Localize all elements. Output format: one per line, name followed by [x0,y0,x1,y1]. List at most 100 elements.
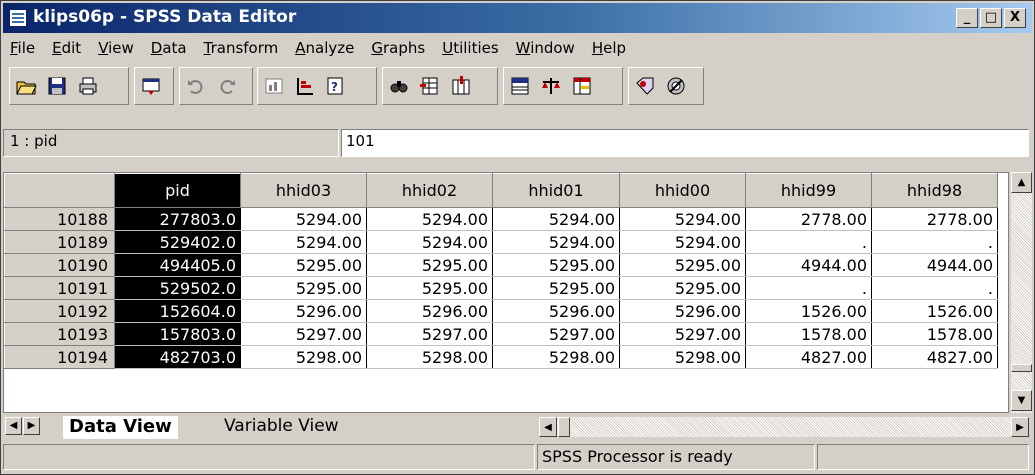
grid-corner[interactable] [4,173,115,208]
find-icon[interactable] [385,72,413,100]
column-header-hhid03[interactable]: hhid03 [240,173,367,208]
data-cell[interactable]: 482703.0 [114,345,241,369]
data-cell[interactable]: 1578.00 [745,322,872,346]
save-icon[interactable] [43,72,71,100]
data-cell[interactable]: 529402.0 [114,230,241,254]
insert-variable-icon[interactable] [447,72,475,100]
data-cell[interactable]: 152604.0 [114,299,241,323]
tab-prev-button[interactable]: ◀ [5,417,22,435]
tab-data-view[interactable]: Data View [63,416,178,439]
menu-utilities[interactable]: Utilities [442,39,498,57]
data-cell[interactable]: 5294.00 [240,230,367,254]
close-button[interactable]: X [1004,8,1026,28]
column-header-hhid01[interactable]: hhid01 [492,173,620,208]
column-header-hhid98[interactable]: hhid98 [871,173,998,208]
data-cell[interactable]: 5294.00 [619,230,746,254]
value-labels-icon[interactable] [631,72,659,100]
menu-file[interactable]: File [10,39,35,57]
scroll-left-button[interactable]: ◀ [539,417,557,437]
data-cell[interactable]: 1526.00 [745,299,872,323]
data-cell[interactable]: 4827.00 [871,345,998,369]
select-cases-icon[interactable] [568,72,596,100]
data-cell[interactable]: 5296.00 [366,299,493,323]
data-cell[interactable]: 5294.00 [619,207,746,231]
scroll-right-button[interactable]: ▶ [1011,417,1029,437]
insert-case-icon[interactable] [416,72,444,100]
open-icon[interactable] [12,72,40,100]
row-header[interactable]: 10194 [4,345,115,369]
tab-variable-view[interactable]: Variable View [218,416,345,438]
spss-app-icon[interactable] [9,9,27,27]
title-bar[interactable]: klips06p - SPSS Data Editor _ □ X [3,3,1032,33]
undo-icon[interactable] [182,72,210,100]
data-cell[interactable]: 494405.0 [114,253,241,277]
weight-cases-icon[interactable] [537,72,565,100]
data-cell[interactable]: 5296.00 [240,299,367,323]
minimize-button[interactable]: _ [956,8,978,28]
data-cell[interactable]: 5295.00 [492,276,620,300]
data-cell[interactable]: 4944.00 [871,253,998,277]
data-cell[interactable]: 4827.00 [745,345,872,369]
menu-view[interactable]: View [98,39,134,57]
menu-data[interactable]: Data [151,39,187,57]
data-cell[interactable]: 2778.00 [745,207,872,231]
row-header[interactable]: 10192 [4,299,115,323]
vertical-scroll-thumb[interactable] [1011,364,1032,372]
menu-graphs[interactable]: Graphs [371,39,425,57]
data-cell[interactable]: 5297.00 [366,322,493,346]
print-icon[interactable] [74,72,102,100]
column-header-pid[interactable]: pid [114,173,241,208]
data-cell[interactable]: 5295.00 [240,253,367,277]
data-cell[interactable]: 5295.00 [366,276,493,300]
data-cell[interactable]: . [745,276,872,300]
data-cell[interactable]: 5298.00 [492,345,620,369]
data-cell[interactable]: 157803.0 [114,322,241,346]
data-cell[interactable]: 5295.00 [619,276,746,300]
row-header[interactable]: 10188 [4,207,115,231]
data-cell[interactable]: 5294.00 [492,207,620,231]
column-header-hhid02[interactable]: hhid02 [366,173,493,208]
row-header[interactable]: 10190 [4,253,115,277]
data-cell[interactable]: 5295.00 [619,253,746,277]
horizontal-scrollbar[interactable]: ◀ ▶ [539,417,1029,437]
variables-icon[interactable]: ? [322,72,350,100]
goto-case-icon[interactable] [291,72,319,100]
menu-help[interactable]: Help [592,39,626,57]
data-cell[interactable]: 5294.00 [240,207,367,231]
data-cell[interactable]: 5297.00 [619,322,746,346]
data-cell[interactable]: 5295.00 [492,253,620,277]
data-cell[interactable]: 5294.00 [366,230,493,254]
data-cell[interactable]: 4944.00 [745,253,872,277]
data-cell[interactable]: 5298.00 [240,345,367,369]
column-header-hhid99[interactable]: hhid99 [745,173,872,208]
data-cell[interactable]: 529502.0 [114,276,241,300]
data-cell[interactable]: 5294.00 [366,207,493,231]
maximize-button[interactable]: □ [980,8,1002,28]
split-file-icon[interactable] [506,72,534,100]
menu-analyze[interactable]: Analyze [295,39,354,57]
data-cell[interactable]: 5294.00 [492,230,620,254]
scroll-up-button[interactable]: ▲ [1011,172,1032,193]
data-cell[interactable]: 1526.00 [871,299,998,323]
data-cell[interactable]: 2778.00 [871,207,998,231]
menu-transform[interactable]: Transform [204,39,279,57]
data-cell[interactable]: . [745,230,872,254]
use-sets-icon[interactable] [662,72,690,100]
horizontal-scroll-thumb[interactable] [558,417,570,437]
data-cell[interactable]: 5297.00 [240,322,367,346]
menu-window[interactable]: Window [516,39,575,57]
cell-value-input[interactable]: 101 [341,129,1029,157]
data-cell[interactable]: 5296.00 [619,299,746,323]
tab-next-button[interactable]: ▶ [23,417,40,435]
vertical-scrollbar[interactable]: ▲ ▼ [1011,172,1032,413]
data-cell[interactable]: 5298.00 [366,345,493,369]
row-header[interactable]: 10193 [4,322,115,346]
data-cell[interactable]: 5295.00 [366,253,493,277]
data-cell[interactable]: 5298.00 [619,345,746,369]
data-cell[interactable]: 1578.00 [871,322,998,346]
column-header-hhid00[interactable]: hhid00 [619,173,746,208]
row-header[interactable]: 10189 [4,230,115,254]
data-cell[interactable]: 277803.0 [114,207,241,231]
row-header[interactable]: 10191 [4,276,115,300]
redo-icon[interactable] [213,72,241,100]
